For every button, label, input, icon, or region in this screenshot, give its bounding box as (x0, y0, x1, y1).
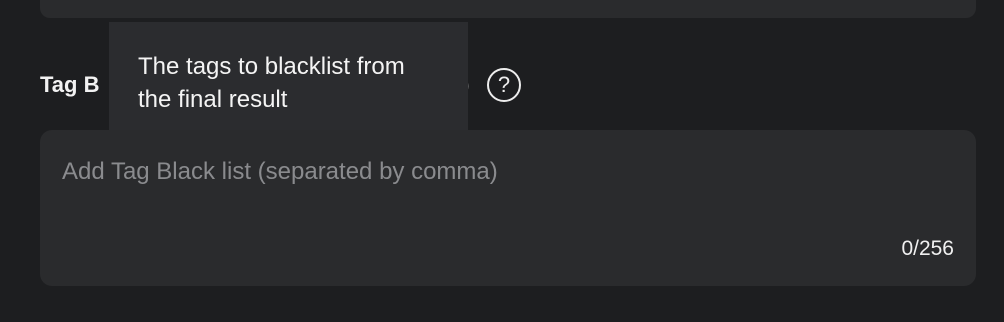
tag-blacklist-input[interactable] (62, 158, 942, 238)
help-glyph: ? (497, 72, 511, 97)
help-tooltip: The tags to blacklist from the final res… (109, 22, 468, 134)
field-label: Tag B (40, 72, 100, 97)
previous-field-bottom[interactable] (40, 0, 976, 18)
tooltip-text: The tags to blacklist from the final res… (138, 53, 405, 113)
page: Tag B ) ? The tags to blacklist from the… (0, 0, 1004, 322)
tag-blacklist-field[interactable]: 0/256 (40, 130, 976, 286)
character-counter: 0/256 (901, 237, 954, 260)
question-circle-icon[interactable]: ? (487, 68, 521, 102)
field-label-row: Tag B (40, 68, 99, 102)
